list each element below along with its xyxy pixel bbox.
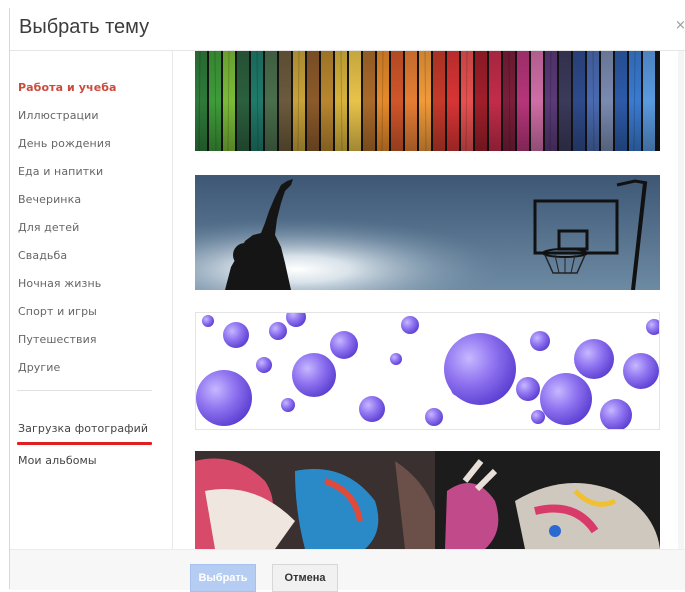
dialog-footer: Выбрать Отмена	[10, 549, 685, 592]
sidebar-item-travel[interactable]: Путешествия	[18, 333, 97, 346]
gallery-scrollbar[interactable]	[678, 51, 684, 549]
select-button[interactable]: Выбрать	[190, 564, 256, 592]
cancel-button[interactable]: Отмена	[272, 564, 338, 592]
sidebar-item-upload-photos[interactable]: Загрузка фотографий	[18, 422, 148, 435]
sidebar-item-work-study[interactable]: Работа и учеба	[18, 81, 117, 94]
sidebar-item-party[interactable]: Вечеринка	[18, 193, 81, 206]
sidebar-item-food-drinks[interactable]: Еда и напитки	[18, 165, 103, 178]
dialog-title: Выбрать тему	[19, 16, 150, 38]
sidebar-item-nightlife[interactable]: Ночная жизнь	[18, 277, 101, 290]
theme-basketball[interactable]	[195, 175, 660, 290]
sidebar-item-wedding[interactable]: Свадьба	[18, 249, 67, 262]
basketball-image	[195, 175, 660, 290]
close-icon[interactable]: ×	[675, 18, 685, 33]
theme-purple-bubbles[interactable]	[195, 312, 660, 430]
sidebar-item-birthday[interactable]: День рождения	[18, 137, 111, 150]
purple-bubbles-image	[196, 313, 659, 429]
theme-colored-yarn[interactable]	[195, 51, 660, 151]
painted-hands-image	[195, 451, 660, 549]
category-sidebar: Работа и учеба Иллюстрации День рождения…	[10, 51, 172, 549]
sidebar-item-other[interactable]: Другие	[18, 361, 60, 374]
upload-highlight-underline	[17, 442, 152, 445]
sidebar-item-my-albums[interactable]: Мои альбомы	[18, 454, 97, 467]
colored-yarn-image	[195, 51, 660, 151]
sidebar-divider	[17, 390, 152, 391]
sidebar-item-kids[interactable]: Для детей	[18, 221, 79, 234]
sidebar-item-illustrations[interactable]: Иллюстрации	[18, 109, 99, 122]
theme-gallery	[173, 51, 685, 549]
theme-painted-hands[interactable]	[195, 451, 660, 549]
theme-dialog: Выбрать тему × Работа и учеба Иллюстраци…	[9, 8, 685, 592]
sidebar-item-sports-games[interactable]: Спорт и игры	[18, 305, 97, 318]
